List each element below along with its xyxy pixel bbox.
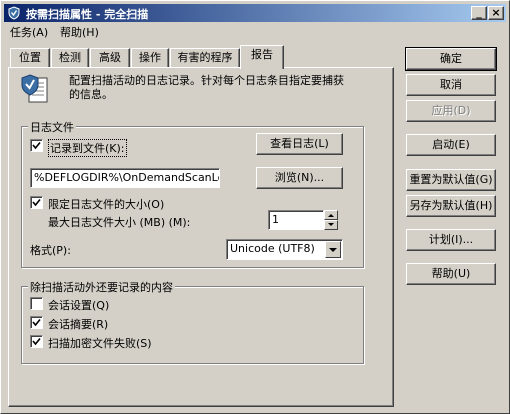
checkmark-icon bbox=[32, 337, 41, 346]
spin-up-button[interactable] bbox=[324, 210, 338, 220]
menu-task[interactable]: 任务(A) bbox=[10, 24, 48, 40]
session-settings-checkbox[interactable] bbox=[30, 297, 43, 310]
extra-content-group: 除扫描活动外还要记录的内容 会话设置(Q) 会话摘要(R) 扫描加密文件失败(S… bbox=[21, 279, 364, 364]
title-bar: 按需扫描属性 - 完全扫描 _ × bbox=[4, 4, 506, 22]
menu-help[interactable]: 帮助(H) bbox=[60, 24, 99, 40]
chevron-down-icon bbox=[329, 248, 337, 252]
help-button[interactable]: 帮助(U) bbox=[406, 263, 496, 285]
format-select-value: Unicode (UTF8) bbox=[230, 242, 315, 255]
cancel-button[interactable]: 取消 bbox=[406, 74, 496, 96]
encrypted-fail-checkbox[interactable] bbox=[30, 335, 43, 348]
tab-location[interactable]: 位置 bbox=[10, 48, 50, 68]
checkmark-icon bbox=[32, 141, 41, 150]
format-select[interactable]: Unicode (UTF8) bbox=[226, 239, 343, 260]
description-line-2: 的信息。 bbox=[69, 88, 113, 101]
session-settings-label[interactable]: 会话设置(Q) bbox=[48, 297, 109, 313]
minimize-button[interactable]: _ bbox=[471, 6, 487, 20]
save-as-default-button[interactable]: 另存为默认值(H) bbox=[406, 195, 496, 217]
menu-bar: 任务(A) 帮助(H) bbox=[4, 22, 506, 40]
format-dropdown-button[interactable] bbox=[325, 241, 341, 258]
max-size-input[interactable]: 1 bbox=[268, 210, 324, 230]
window-title: 按需扫描属性 - 完全扫描 bbox=[26, 8, 149, 21]
browse-button[interactable]: 浏览(N)... bbox=[256, 167, 343, 189]
checkmark-icon bbox=[32, 198, 41, 207]
log-to-file-checkbox[interactable] bbox=[30, 139, 43, 152]
tab-actions[interactable]: 操作 bbox=[131, 48, 169, 68]
shield-app-icon bbox=[8, 6, 20, 20]
spin-down-button[interactable] bbox=[324, 220, 338, 230]
session-summary-checkbox[interactable] bbox=[30, 316, 43, 329]
checkmark-icon bbox=[32, 318, 41, 327]
format-label: 格式(P): bbox=[30, 244, 71, 257]
properties-window: 按需扫描属性 - 完全扫描 _ × 任务(A) 帮助(H) 位置 检测 高级 操… bbox=[0, 0, 510, 414]
reset-default-button[interactable]: 重置为默认值(G) bbox=[406, 169, 496, 191]
max-size-label: 最大日志文件大小 (MB) (M): bbox=[48, 216, 191, 229]
reports-tab-panel: 配置扫描活动的日志记录。针对每个日志条目指定要捕获 的信息。 日志文件 记录到文… bbox=[8, 67, 394, 407]
log-file-group-title: 日志文件 bbox=[28, 119, 76, 135]
log-path-field[interactable]: %DEFLOGDIR%\OnDemandScanLog.txt bbox=[30, 168, 220, 188]
limit-size-checkbox[interactable] bbox=[30, 196, 43, 209]
tab-unwanted-programs[interactable]: 有害的程序 bbox=[170, 48, 240, 68]
schedule-button[interactable]: 计划(I)... bbox=[406, 229, 496, 251]
log-config-icon bbox=[21, 74, 48, 103]
tab-advanced[interactable]: 高级 bbox=[90, 48, 130, 68]
arrow-up-icon bbox=[328, 214, 334, 217]
arrow-down-icon bbox=[328, 223, 334, 226]
tab-reports[interactable]: 报告 bbox=[240, 45, 284, 69]
log-to-file-label[interactable]: 记录到文件(K): bbox=[48, 139, 127, 157]
apply-button[interactable]: 应用(D) bbox=[406, 100, 496, 122]
limit-size-label[interactable]: 限定日志文件的大小(O) bbox=[48, 196, 164, 212]
extra-content-group-title: 除扫描活动外还要记录的内容 bbox=[28, 279, 175, 295]
session-summary-label[interactable]: 会话摘要(R) bbox=[48, 316, 108, 332]
encrypted-fail-label[interactable]: 扫描加密文件失败(S) bbox=[48, 335, 152, 351]
start-button[interactable]: 启动(E) bbox=[406, 134, 496, 156]
close-button[interactable]: × bbox=[488, 6, 504, 20]
log-file-group: 日志文件 记录到文件(K): 查看日志(L) %DEFLOGDIR%\OnDem… bbox=[21, 119, 364, 268]
ok-button[interactable]: 确定 bbox=[405, 47, 497, 71]
tab-detection[interactable]: 检测 bbox=[51, 48, 89, 68]
view-log-button[interactable]: 查看日志(L) bbox=[256, 133, 343, 155]
